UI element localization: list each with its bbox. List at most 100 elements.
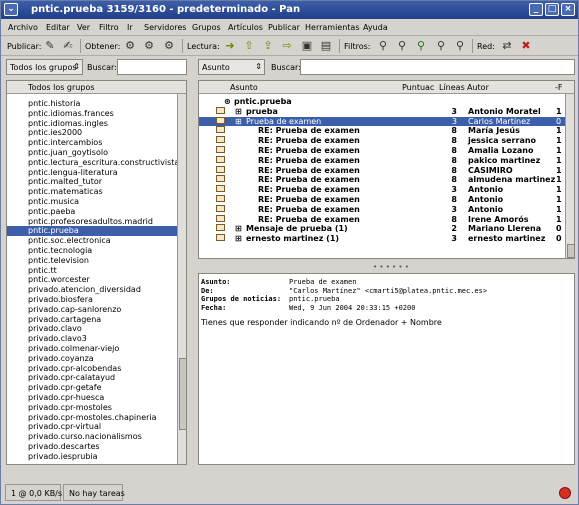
save-icon[interactable]: ▣ xyxy=(300,39,314,53)
group-list-item[interactable]: pntic.lengua-literatura xyxy=(7,168,177,178)
thread-row[interactable]: RE: Prueba de examen 3 Antonio 1 xyxy=(199,185,566,195)
group-list-item[interactable]: privado.cpr-huesca xyxy=(7,393,177,403)
filter-new-icon[interactable]: ⚲ xyxy=(414,39,428,53)
get-bodies-icon[interactable]: ⚙ xyxy=(162,39,176,53)
followup-icon[interactable]: ✍ xyxy=(61,39,75,53)
menu-articulos[interactable]: Artículos xyxy=(228,23,263,32)
group-list-item[interactable]: privado.clavo3 xyxy=(7,334,177,344)
read-more-icon[interactable]: ⇨ xyxy=(280,39,294,53)
group-list-item[interactable]: privado.cpr-alcobendas xyxy=(7,364,177,374)
thread-row[interactable]: RE: Prueba de examen 8 almudena martinez 1 xyxy=(199,175,566,185)
cancel-tasks-icon[interactable]: ✖ xyxy=(519,39,533,53)
menu-ir[interactable]: Ir xyxy=(127,23,133,32)
group-list-header[interactable]: Todos los grupos xyxy=(7,81,186,94)
group-list-item[interactable]: privado.biosfera xyxy=(7,295,177,305)
group-list-item[interactable]: pntic.soc.electronica xyxy=(7,236,177,246)
menu-ver[interactable]: Ver xyxy=(77,23,90,32)
group-list-item[interactable]: privado.atencion_diversidad xyxy=(7,285,177,295)
group-list-item[interactable]: pntic.worcester xyxy=(7,275,177,285)
group-list-item[interactable]: pntic.prueba xyxy=(7,226,177,237)
thread-filter-select[interactable]: Asunto ⇕ xyxy=(198,59,265,75)
window-menu-icon[interactable]: ⌄ xyxy=(4,3,18,16)
column-puntuacion[interactable]: Puntuac xyxy=(402,83,434,92)
menu-ayuda[interactable]: Ayuda xyxy=(363,23,388,32)
group-list-item[interactable]: pntic.paeba xyxy=(7,207,177,217)
pane-divider[interactable]: • • • • • • xyxy=(198,263,575,271)
thread-row[interactable]: RE: Prueba de examen 8 jessica serrano 1 xyxy=(199,136,566,146)
group-list-item[interactable]: pntic.historia xyxy=(7,99,177,109)
column-asunto[interactable]: Asunto xyxy=(230,83,258,92)
group-list-item[interactable]: pntic.television xyxy=(7,256,177,266)
thread-row[interactable]: RE: Prueba de examen 8 Antonio 1 xyxy=(199,195,566,205)
group-list-item[interactable]: privado.cpr-virtual xyxy=(7,422,177,432)
group-list-item[interactable]: privado.curso.nacionalismos xyxy=(7,432,177,442)
group-list-item[interactable]: pntic.idiomas.ingles xyxy=(7,119,177,129)
thread-row[interactable]: ⊞ Prueba de examen 3 Carlos Martínez 0 xyxy=(199,116,566,127)
group-list-item[interactable]: privado.cpr-getafe xyxy=(7,383,177,393)
group-list-item[interactable]: pntic.tt xyxy=(7,266,177,276)
post-article-icon[interactable]: ✎ xyxy=(43,39,57,53)
group-list-item[interactable]: pntic.matematicas xyxy=(7,187,177,197)
get-new-icon[interactable]: ⚙ xyxy=(123,39,137,53)
thread-search-input[interactable] xyxy=(300,59,575,75)
group-list-item[interactable]: privado.cpr-mostoles xyxy=(7,403,177,413)
column-lineas[interactable]: Líneas xyxy=(439,83,465,92)
group-list-item[interactable]: pntic.juan_goytisolo xyxy=(7,148,177,158)
menu-filtro[interactable]: Filtro xyxy=(99,23,119,32)
expand-icon[interactable]: ⊞ xyxy=(235,224,242,233)
menu-publicar[interactable]: Publicar xyxy=(268,23,300,32)
thread-list-scrollbar[interactable] xyxy=(565,94,574,258)
thread-row[interactable]: ⊞ prueba 3 Antonio Moratel 1 xyxy=(199,106,566,117)
next-thread-icon[interactable]: ⇧ xyxy=(242,39,256,53)
filter-score-icon[interactable]: ⚲ xyxy=(453,39,467,53)
thread-row[interactable]: ⊞ ernesto martinez (1) 3 ernesto martinez 0 xyxy=(199,234,566,244)
next-group-icon[interactable]: ⇪ xyxy=(261,39,275,53)
menu-herramientas[interactable]: Herramientas xyxy=(305,23,360,32)
menu-servidores[interactable]: Servidores xyxy=(144,23,186,32)
thread-row[interactable]: RE: Prueba de examen 8 CASIMIRO 1 xyxy=(199,165,566,176)
group-search-input[interactable] xyxy=(117,59,187,75)
group-list-item[interactable]: pntic.ies2000 xyxy=(7,128,177,138)
error-indicator-icon[interactable] xyxy=(559,487,571,499)
group-list-item[interactable]: privado.cpr-mostoles.chapineria xyxy=(7,413,177,423)
minimize-icon[interactable]: _ xyxy=(529,3,543,16)
group-list-item[interactable]: pntic.profesoresadultos.madrid xyxy=(7,217,177,227)
filter-cached-icon[interactable]: ⚲ xyxy=(395,39,409,53)
group-list-item[interactable]: pntic.idiomas.frances xyxy=(7,109,177,119)
thread-row[interactable]: RE: Prueba de examen 3 Antonio 1 xyxy=(199,204,566,215)
group-list-item[interactable]: pntic.intercambios xyxy=(7,138,177,148)
group-list-item[interactable]: pntic.tecnologia xyxy=(7,246,177,256)
close-icon[interactable]: × xyxy=(561,3,575,16)
group-list-item[interactable]: privado.clavo xyxy=(7,324,177,334)
menu-grupos[interactable]: Grupos xyxy=(192,23,221,32)
group-list-item[interactable]: privado.colmenar-viejo xyxy=(7,344,177,354)
column-autor[interactable]: Autor xyxy=(467,83,489,92)
group-filter-select[interactable]: Todos los grupos ⇕ xyxy=(6,59,83,75)
group-list-item[interactable]: privado.coyanza xyxy=(7,354,177,364)
thread-row[interactable]: ⊛ pntic.prueba xyxy=(199,97,566,107)
group-list-item[interactable]: pntic.lectura_escritura.constructivista xyxy=(7,158,179,168)
filter-watched-icon[interactable]: ⚲ xyxy=(434,39,448,53)
expand-icon[interactable]: ⊞ xyxy=(235,107,242,116)
menu-archivo[interactable]: Archivo xyxy=(8,23,38,32)
get-headers-icon[interactable]: ⚙ xyxy=(142,39,156,53)
menu-editar[interactable]: Editar xyxy=(46,23,70,32)
group-list-item[interactable]: privado.descartes xyxy=(7,442,177,452)
group-list-item[interactable]: pntic.musica xyxy=(7,197,177,207)
filter-unread-icon[interactable]: ⚲ xyxy=(376,39,390,53)
group-list-item[interactable]: privado.cpr-calatayud xyxy=(7,373,177,383)
next-unread-icon[interactable]: ➜ xyxy=(223,39,237,53)
expand-icon[interactable]: ⊞ xyxy=(235,234,242,243)
thread-row[interactable]: RE: Prueba de examen 8 pakico martinez 1 xyxy=(199,155,566,166)
thread-row[interactable]: RE: Prueba de examen 8 Irene Amorós 1 xyxy=(199,214,566,225)
print-icon[interactable]: ▤ xyxy=(319,39,333,53)
maximize-icon[interactable]: □ xyxy=(545,3,559,16)
group-list-item[interactable]: privado.cap-sanlorenzo xyxy=(7,305,177,315)
thread-row[interactable]: RE: Prueba de examen 8 María Jesús 1 xyxy=(199,126,566,136)
group-list-item[interactable]: pntic.malted_tutor xyxy=(7,177,177,187)
group-list-scrollbar[interactable] xyxy=(177,94,186,464)
group-list-item[interactable]: privado.iesprubia xyxy=(7,452,177,462)
network-icon[interactable]: ⇄ xyxy=(500,39,514,53)
task-status[interactable]: No hay tareas xyxy=(63,484,125,501)
group-list-item[interactable]: privado.cartagena xyxy=(7,315,177,325)
